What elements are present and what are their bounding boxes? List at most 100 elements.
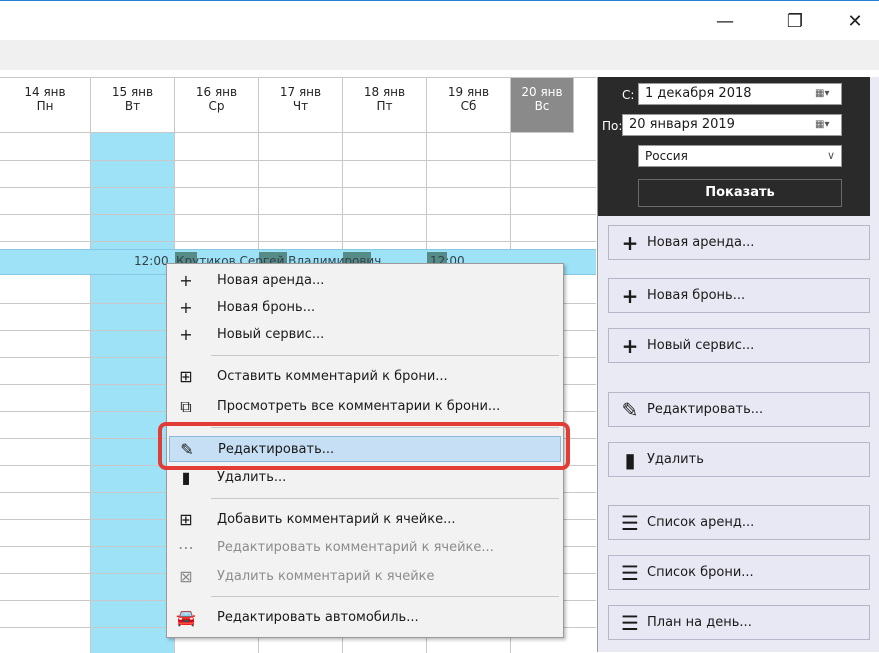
comment-delete-icon: ⊠ [179,567,193,586]
button-label: Новый сервис... [647,338,755,353]
menu-item-add-booking-comment[interactable]: ⊞ Оставить комментарий к брони... [169,364,561,390]
day-weekday: Ср [208,99,225,113]
comment-add-icon: ⊞ [179,510,193,529]
plus-icon: + [179,298,193,317]
menu-item-label: Новая бронь... [217,300,316,315]
trash-icon: ▮ [624,447,636,472]
menu-item-label: Удалить комментарий к ячейке [217,569,435,584]
day-weekday: Пн [36,99,54,113]
new-service-button[interactable]: + Новый сервис... [608,328,870,363]
grid-line [0,160,596,161]
comment-add-icon: ⊞ [179,367,193,386]
menu-item-label: Оставить комментарий к брони... [217,369,448,384]
day-date: 17 янв [279,85,322,99]
day-plan-button[interactable]: ☰ План на день... [608,605,870,640]
button-label: Редактировать... [647,402,764,417]
grid-line [0,214,596,215]
menu-item-label: Редактировать комментарий к ячейке... [217,540,494,555]
to-label: По: [602,119,623,133]
day-date: 18 янв [363,85,406,99]
list-icon: ☰ [621,560,639,585]
day-weekday: Вт [124,99,141,113]
country-select[interactable]: Россия ∨ [638,145,842,167]
from-date-value: 1 декабря 2018 [645,86,752,101]
menu-item-edit-cell-comment[interactable]: ⋯ Редактировать комментарий к ячейке... [169,535,561,561]
day-header-sat[interactable]: 19 янв Сб [427,78,511,133]
restore-button[interactable]: ❐ [780,11,810,35]
comment-edit-icon: ⋯ [178,538,194,557]
button-label: План на день... [647,615,752,630]
day-header-thu[interactable]: 17 янв Чт [259,78,343,133]
menu-item-label: Новая аренда... [217,273,325,288]
show-button[interactable]: Показать [638,179,842,207]
pencil-icon: ✎ [621,397,639,422]
button-label: Новая бронь... [647,288,746,303]
grid-line [0,241,596,242]
button-label: Список аренд... [647,515,755,530]
day-date: 14 янв [24,85,66,99]
plus-icon: + [621,333,639,358]
to-date-value: 20 января 2019 [629,117,735,132]
edit-button[interactable]: ✎ Редактировать... [608,392,870,427]
rentals-list-button[interactable]: ☰ Список аренд... [608,505,870,540]
menu-item-edit-car[interactable]: 🚘 Редактировать автомобиль... [169,605,561,631]
day-header-tue[interactable]: 15 янв Вт [91,78,175,133]
booking-start-time: 12:00 [134,254,169,268]
highlight-outline [158,422,570,470]
plus-icon: + [621,283,639,308]
list-icon: ☰ [621,510,639,535]
day-weekday: Сб [460,99,477,113]
menu-item-label: Новый сервис... [217,327,325,342]
day-header-fri[interactable]: 18 янв Пт [343,78,427,133]
menu-item-add-cell-comment[interactable]: ⊞ Добавить комментарий к ячейке... [169,507,561,533]
from-date-picker[interactable]: 1 декабря 2018 ▦▾ [638,83,842,105]
list-icon: ☰ [621,610,639,635]
country-value: Россия [645,149,688,163]
menu-item-delete-cell-comment[interactable]: ⊠ Удалить комментарий к ячейке [169,564,561,590]
day-header-wed[interactable]: 16 янв Ср [175,78,259,133]
day-date: 20 янв [521,85,563,99]
delete-button[interactable]: ▮ Удалить [608,442,870,477]
plus-icon: + [621,230,639,255]
button-label: Удалить [647,452,704,467]
menu-item-new-service[interactable]: + Новый сервис... [169,322,561,348]
button-label: Список брони... [647,565,754,580]
bookings-list-button[interactable]: ☰ Список брони... [608,555,870,590]
menu-item-label: Редактировать автомобиль... [217,610,419,625]
new-rental-button[interactable]: + Новая аренда... [608,225,870,260]
menu-item-label: Просмотреть все комментарии к брони... [217,399,501,414]
actions-panel: С: 1 декабря 2018 ▦▾ По: 20 января 2019 … [597,77,879,652]
grid-line [90,133,91,653]
menu-item-view-booking-comments[interactable]: ⧉ Просмотреть все комментарии к брони... [169,394,561,420]
menu-item-new-rental[interactable]: + Новая аренда... [169,268,561,294]
comments-icon: ⧉ [180,397,192,416]
button-label: Новая аренда... [647,235,755,250]
day-date: 16 янв [195,85,238,99]
window-titlebar: — ❐ ✕ [0,0,879,40]
day-date: 15 янв [111,85,154,99]
day-weekday: Чт [292,99,309,113]
menu-item-label: Добавить комментарий к ячейке... [217,512,456,527]
menu-separator [211,498,559,499]
minimize-button[interactable]: — [710,11,740,35]
calendar-icon[interactable]: ▦▾ [815,118,837,132]
new-booking-button[interactable]: + Новая бронь... [608,278,870,313]
selected-day-column[interactable] [91,133,175,653]
day-weekday: Вс [534,99,550,113]
from-label: С: [622,88,635,102]
menu-item-new-booking[interactable]: + Новая бронь... [169,295,561,321]
grid-line [0,187,596,188]
plus-icon: + [179,325,193,344]
menu-separator [211,355,559,356]
chevron-down-icon: ∨ [826,149,835,162]
close-button[interactable]: ✕ [840,11,870,35]
day-date: 19 янв [447,85,490,99]
day-header-sun-today[interactable]: 20 янв Вс [511,78,574,133]
day-header-mon[interactable]: 14 янв Пн [0,78,91,133]
filter-box: С: 1 декабря 2018 ▦▾ По: 20 января 2019 … [598,77,870,216]
calendar-icon[interactable]: ▦▾ [815,87,837,101]
to-date-picker[interactable]: 20 января 2019 ▦▾ [622,114,842,136]
day-weekday: Пт [376,99,393,113]
car-icon: 🚘 [176,608,196,627]
menu-separator [211,596,559,597]
